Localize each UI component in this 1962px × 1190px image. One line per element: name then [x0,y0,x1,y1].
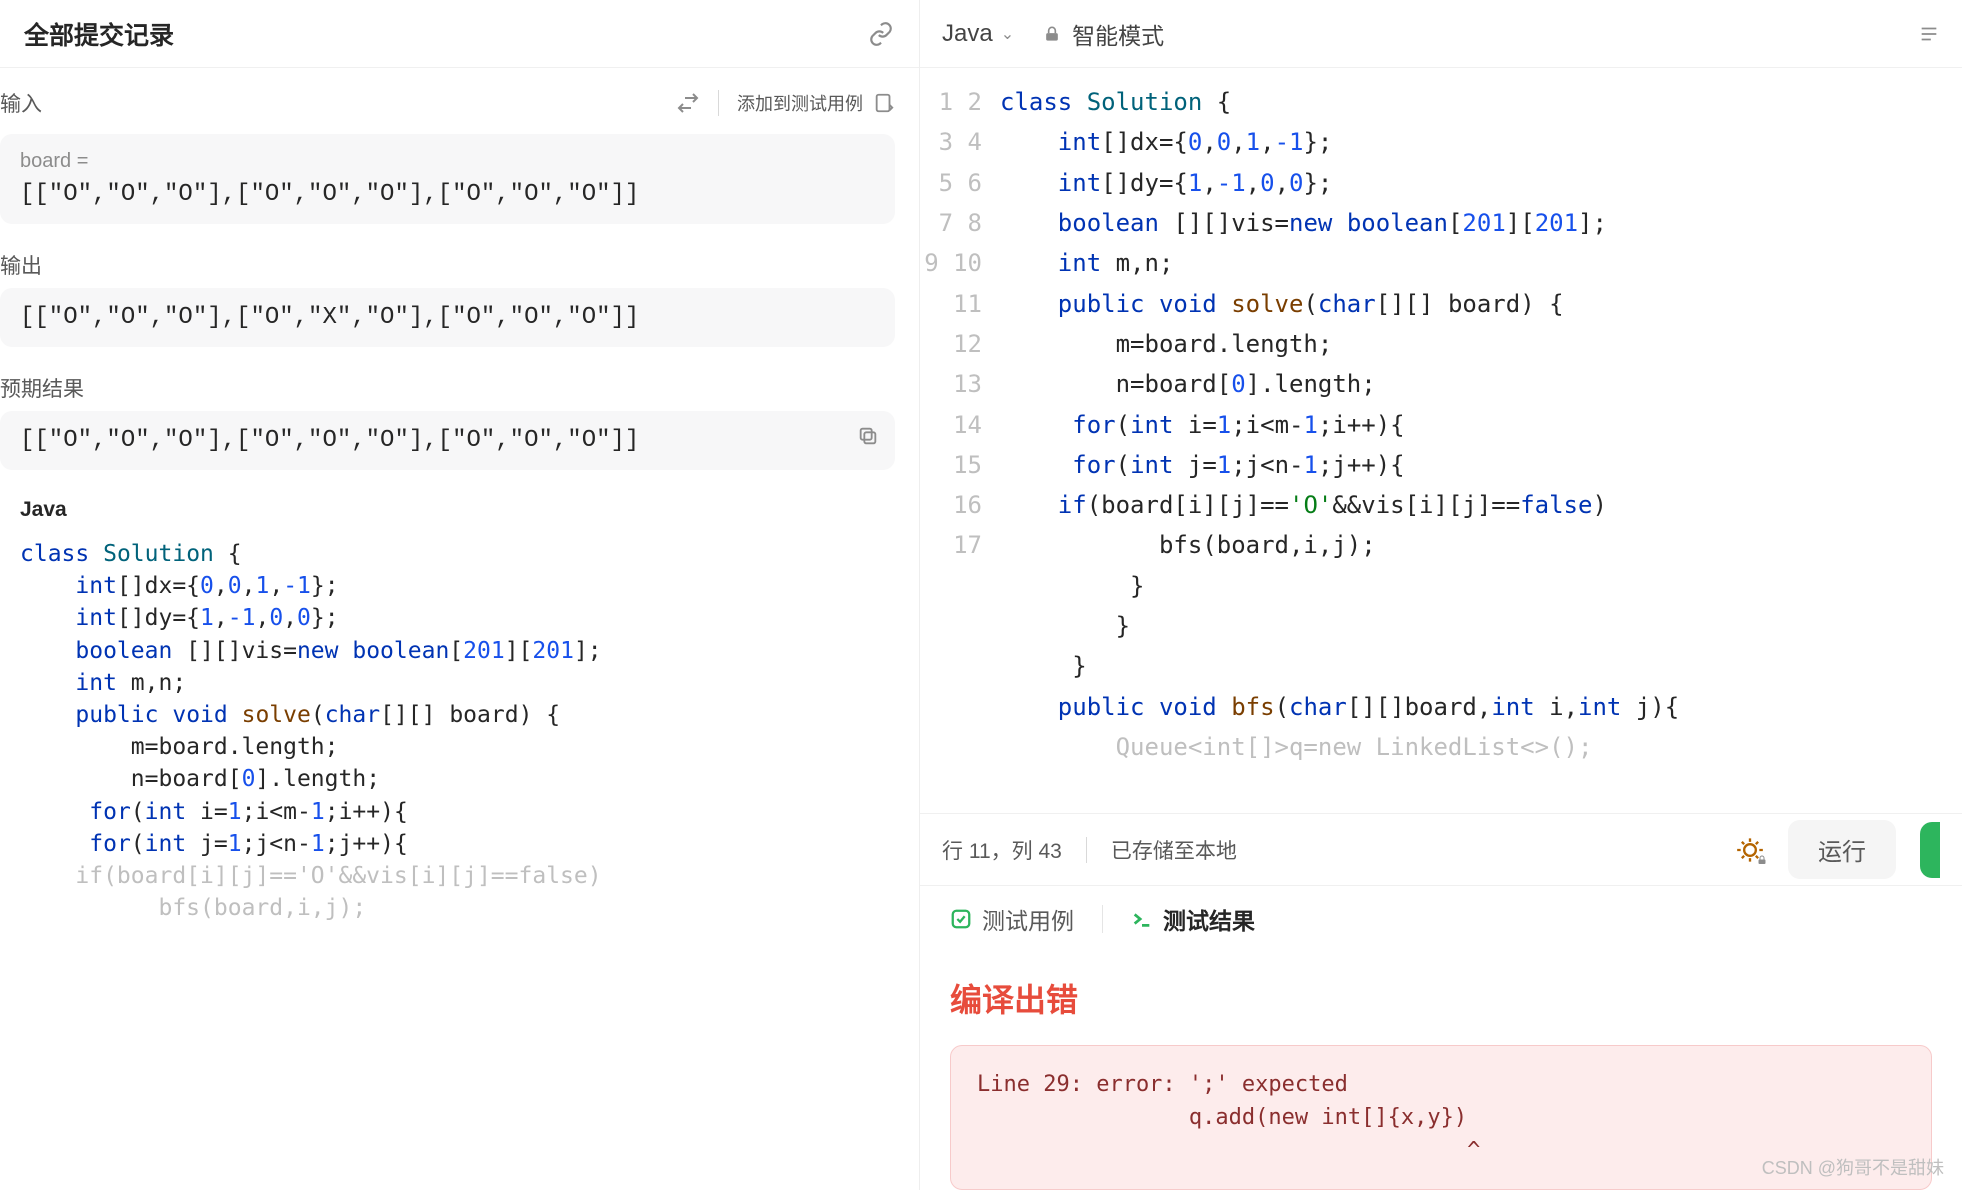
divider [718,90,719,116]
error-line-1: Line 29: error: ';' expected [977,1072,1348,1097]
input-label: 输入 [0,88,42,118]
check-icon [950,908,972,930]
copy-icon[interactable] [857,425,879,447]
board-value: [["O","O","O"],["O","O","O"],["O","O","O… [20,181,875,208]
add-testcase-icon [873,92,895,114]
divider [1086,837,1087,863]
line-gutter: 1 2 3 4 5 6 7 8 9 10 11 12 13 14 15 16 1… [920,68,1000,813]
language-name: Java [942,20,993,48]
mode-indicator[interactable]: 智能模式 [1042,17,1164,51]
output-card: [["O","O","O"],["O","X","O"],["O","O","O… [0,288,895,347]
right-panel: Java ⌄ 智能模式 1 2 3 4 5 6 7 8 9 10 11 12 1… [920,0,1962,1190]
left-header: 全部提交记录 [0,0,919,68]
run-button[interactable]: 运行 [1788,820,1896,879]
board-caption: board = [20,150,875,173]
result-tabs: 测试用例 测试结果 [920,885,1962,951]
run-button-label: 运行 [1818,839,1866,866]
save-status: 已存储至本地 [1111,835,1237,865]
code-editor[interactable]: 1 2 3 4 5 6 7 8 9 10 11 12 13 14 15 16 1… [920,68,1962,813]
input-card[interactable]: board = [["O","O","O"],["O","O","O"],["O… [0,134,895,224]
add-testcase-label: 添加到测试用例 [737,90,863,116]
submissions-title[interactable]: 全部提交记录 [24,16,174,52]
editor-status-bar: 行 11，列 43 已存储至本地 运行 [920,813,1962,885]
divider [1102,905,1103,933]
lock-icon [1042,24,1062,44]
tab-result[interactable]: 测试结果 [1131,902,1255,936]
add-to-testcase-button[interactable]: 添加到测试用例 [737,90,895,116]
debug-icon[interactable] [1736,836,1764,864]
language-selector[interactable]: Java ⌄ [942,20,1014,48]
error-title: 编译出错 [950,975,1932,1021]
submit-button[interactable] [1920,822,1940,878]
error-line-3: ^ [977,1138,1480,1163]
code-content[interactable]: class Solution { int[]dx={0,0,1,-1}; int… [1000,68,1679,813]
error-line-2: q.add(new int[]{x,y}) [977,1105,1467,1130]
expected-label: 预期结果 [0,347,919,403]
expected-card: [["O","O","O"],["O","O","O"],["O","O","O… [0,411,895,470]
menu-icon[interactable] [1918,23,1940,45]
terminal-icon [1131,908,1153,930]
swap-icon[interactable] [676,91,700,115]
left-lang-label: Java [0,470,919,538]
tab-testcase-label: 测试用例 [982,902,1074,936]
expected-value: [["O","O","O"],["O","O","O"],["O","O","O… [20,427,875,454]
cursor-position: 行 11，列 43 [942,835,1062,865]
mode-label: 智能模式 [1072,17,1164,51]
tab-testcase[interactable]: 测试用例 [950,902,1074,936]
left-code-block: class Solution { int[]dx={0,0,1,-1}; int… [0,538,919,1190]
output-label: 输出 [0,224,919,280]
right-header: Java ⌄ 智能模式 [920,0,1962,68]
output-value: [["O","O","O"],["O","X","O"],["O","O","O… [20,304,875,331]
error-box: Line 29: error: ';' expected q.add(new i… [950,1045,1932,1190]
input-section-head: 输入 添加到测试用例 [0,68,919,126]
lock-small-icon [1756,854,1768,866]
result-area: 编译出错 Line 29: error: ';' expected q.add(… [920,951,1962,1190]
link-icon[interactable] [867,20,895,48]
chevron-down-icon: ⌄ [1001,24,1014,44]
left-panel: 全部提交记录 输入 添加到测试用例 board = [0,0,920,1190]
tab-result-label: 测试结果 [1163,902,1255,936]
